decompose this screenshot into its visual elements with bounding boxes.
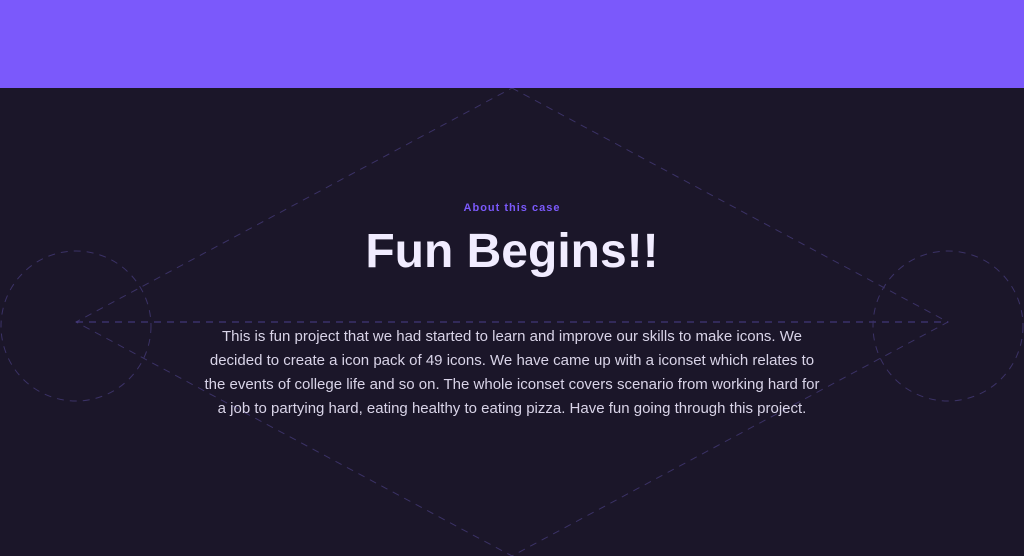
section-headline: Fun Begins!!	[365, 225, 659, 278]
top-banner	[0, 0, 1024, 88]
section-description: This is fun project that we had started …	[204, 328, 820, 417]
section-eyebrow: About this case	[463, 202, 561, 214]
about-section: About this case Fun Begins!! This is fun…	[0, 88, 1024, 556]
about-content: About this case Fun Begins!! This is fun…	[0, 88, 1024, 556]
